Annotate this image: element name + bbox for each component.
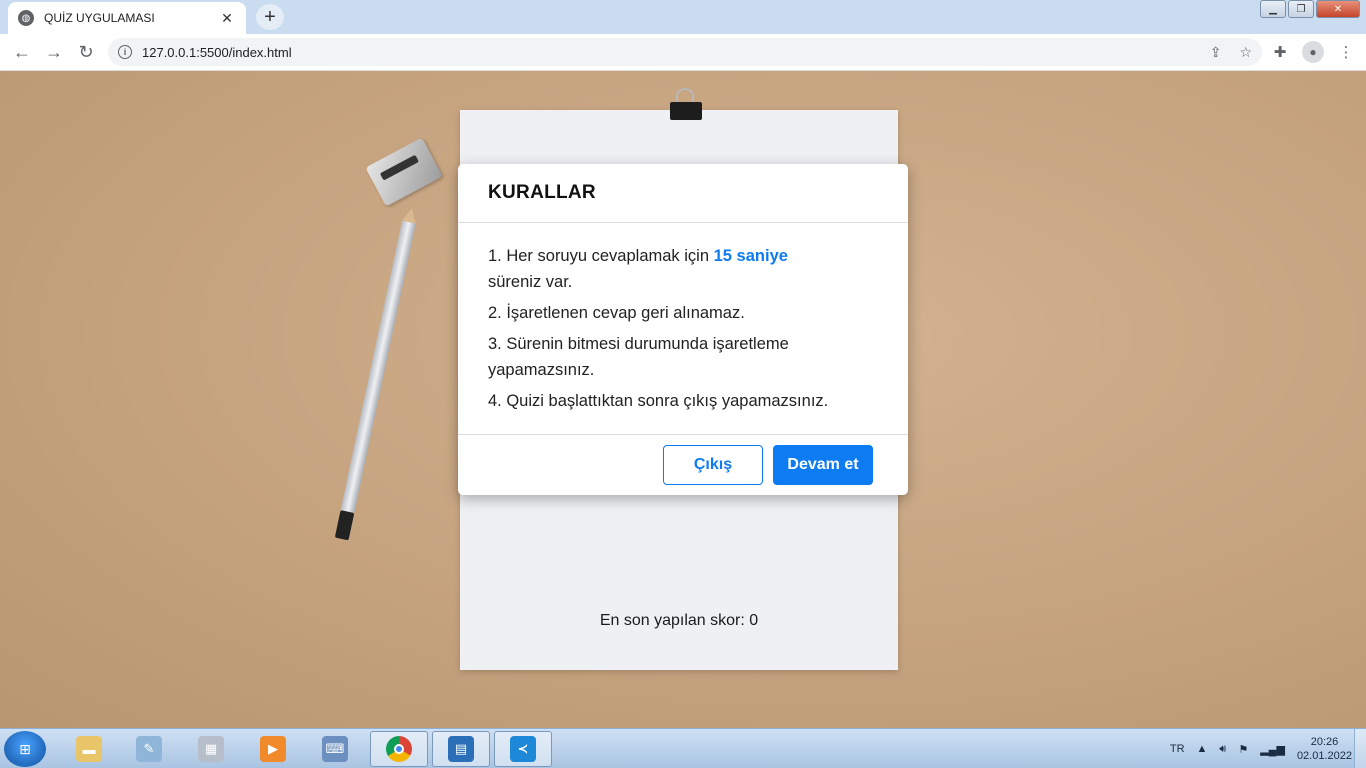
vscode-icon: ≺	[510, 736, 536, 762]
notepad-app-button[interactable]: ✎	[120, 731, 178, 767]
tray-expand-icon[interactable]: ▲	[1197, 743, 1208, 755]
document-icon: ▤	[448, 736, 474, 762]
start-button[interactable]: ⊞	[4, 731, 46, 767]
rule-1-highlight: 15 saniye	[713, 247, 788, 265]
keyboard-app-button[interactable]: ⌨	[306, 731, 364, 767]
calculator-icon: ▦	[198, 736, 224, 762]
continue-button[interactable]: Devam et	[773, 445, 873, 485]
tab-strip: ◍ QUİZ UYGULAMASI ✕ + ▁ ❐ ✕	[0, 0, 1366, 34]
rules-modal: KURALLAR 1. Her soruyu cevaplamak için 1…	[458, 164, 908, 495]
info-icon[interactable]: i	[118, 45, 132, 59]
taskbar: ⊞ ▬ ✎ ▦ ▶ ⌨ ▤ ≺ TR ▲ 🔊︎ ⚑ ▂▄▆ 20:26 02.0…	[0, 728, 1366, 768]
rule-1-suffix: süreniz var.	[488, 273, 573, 291]
rule-3: 3. Sürenin bitmesi durumunda işaretleme …	[488, 335, 789, 379]
rule-2: 2. İşaretlenen cevap geri alınamaz.	[488, 304, 745, 322]
reload-button[interactable]: ↻	[70, 36, 102, 68]
last-score-text: En son yapılan skor: 0	[599, 612, 759, 629]
modal-footer: Çıkış Devam et	[458, 436, 908, 495]
close-window-button[interactable]: ✕	[1316, 0, 1360, 18]
network-error-icon[interactable]: ⚑	[1238, 743, 1248, 756]
menu-kebab-icon[interactable]: ⋮	[1334, 38, 1358, 66]
modal-header: KURALLAR	[458, 164, 908, 223]
exit-button[interactable]: Çıkış	[663, 445, 763, 485]
forward-button[interactable]: →	[38, 36, 70, 68]
browser-tab[interactable]: ◍ QUİZ UYGULAMASI ✕	[8, 2, 246, 34]
browser-toolbar: ← → ↻ i 127.0.0.1:5500/index.html ⇪ ☆ ✚ …	[0, 34, 1366, 71]
clock[interactable]: 20:26 02.01.2022	[1297, 735, 1352, 763]
folder-icon: ▬	[76, 736, 102, 762]
maximize-button[interactable]: ❐	[1288, 0, 1314, 18]
globe-icon: ◍	[18, 10, 34, 26]
notepad-icon: ✎	[136, 736, 162, 762]
document-taskbar-button[interactable]: ▤	[432, 731, 490, 767]
extensions-icon[interactable]: ✚	[1268, 38, 1292, 66]
rule-1: 1. Her soruyu cevaplamak için 15 saniye …	[488, 243, 878, 295]
address-bar[interactable]: i 127.0.0.1:5500/index.html ⇪ ☆	[108, 38, 1262, 66]
media-player-icon: ▶	[260, 736, 286, 762]
volume-icon[interactable]: 🔊︎	[1219, 743, 1226, 756]
language-indicator[interactable]: TR	[1170, 743, 1185, 755]
calculator-button[interactable]: ▦	[182, 731, 240, 767]
rule-4: 4. Quizi başlattıktan sonra çıkış yapama…	[488, 392, 829, 410]
url-text[interactable]: 127.0.0.1:5500/index.html	[142, 45, 1192, 60]
file-explorer-button[interactable]: ▬	[60, 731, 118, 767]
clock-time: 20:26	[1310, 736, 1339, 748]
rule-1-prefix: 1. Her soruyu cevaplamak için	[488, 247, 714, 265]
binder-clip-image	[670, 88, 702, 120]
tab-title: QUİZ UYGULAMASI	[44, 11, 155, 25]
toolbar-actions: ✚ ● ⋮	[1268, 38, 1358, 66]
clock-date: 02.01.2022	[1296, 750, 1352, 762]
minimize-button[interactable]: ▁	[1260, 0, 1286, 18]
show-desktop-button[interactable]	[1354, 729, 1366, 768]
profile-avatar-icon[interactable]: ●	[1302, 41, 1324, 63]
keyboard-icon: ⌨	[322, 736, 348, 762]
share-icon[interactable]: ⇪	[1210, 44, 1222, 61]
back-button[interactable]: ←	[6, 36, 38, 68]
signal-icon[interactable]: ▂▄▆	[1260, 743, 1285, 756]
new-tab-button[interactable]: +	[256, 4, 284, 30]
system-tray: TR ▲ 🔊︎ ⚑ ▂▄▆ 20:26 02.01.2022	[1170, 729, 1352, 768]
media-player-button[interactable]: ▶	[244, 731, 302, 767]
chrome-taskbar-button[interactable]	[370, 731, 428, 767]
close-tab-icon[interactable]: ✕	[218, 10, 236, 27]
window-controls: ▁ ❐ ✕	[1260, 0, 1360, 18]
bookmark-star-icon[interactable]: ☆	[1239, 44, 1252, 61]
chrome-icon	[386, 736, 412, 762]
modal-title: KURALLAR	[488, 182, 596, 203]
modal-body: 1. Her soruyu cevaplamak için 15 saniye …	[458, 223, 908, 435]
vscode-taskbar-button[interactable]: ≺	[494, 731, 552, 767]
